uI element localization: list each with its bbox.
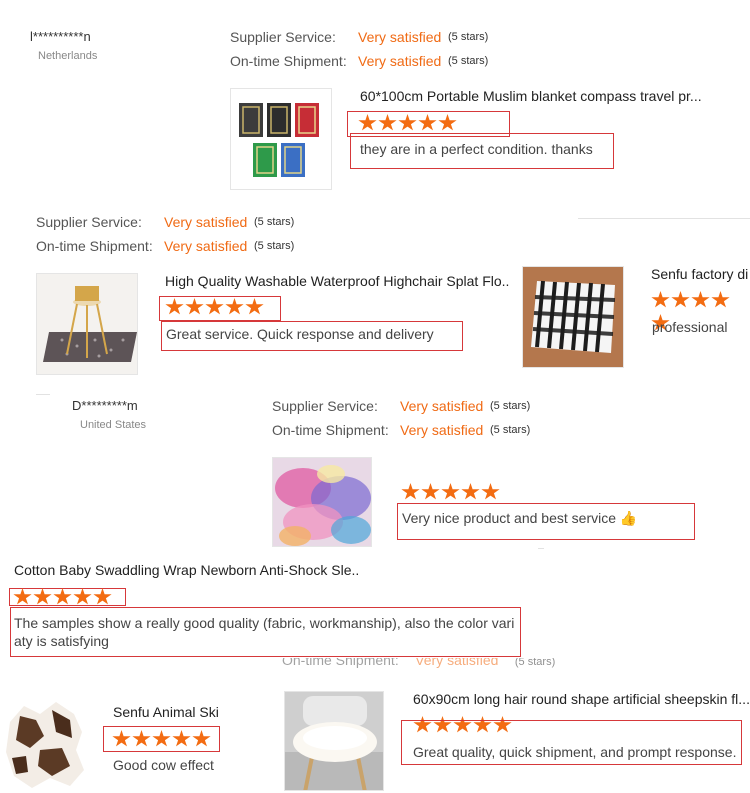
star-icon bbox=[691, 291, 710, 308]
reviewer-country: Netherlands bbox=[38, 50, 98, 62]
review-text-line-1: The samples show a really good quality (… bbox=[14, 615, 515, 631]
rating-stars bbox=[165, 298, 265, 321]
star-icon bbox=[398, 114, 417, 131]
star-icon bbox=[132, 730, 151, 747]
product-image[interactable] bbox=[230, 88, 332, 190]
review-text-line-2: aty is satisfying bbox=[14, 633, 109, 649]
star-icon bbox=[441, 483, 460, 500]
supplier-service-value: Very satisfied bbox=[358, 29, 442, 45]
star-icon bbox=[73, 588, 92, 605]
tie-dye-rug-icon bbox=[273, 458, 371, 546]
star-icon bbox=[112, 730, 131, 747]
supplier-service-stars: (5 stars) bbox=[254, 216, 295, 228]
product-title[interactable]: 60x90cm long hair round shape artificial… bbox=[413, 691, 750, 707]
star-icon bbox=[378, 114, 397, 131]
star-icon bbox=[192, 730, 211, 747]
striped-rug-icon bbox=[523, 267, 623, 367]
supplier-service-stars: (5 stars) bbox=[490, 400, 531, 412]
divider bbox=[36, 394, 50, 395]
star-icon bbox=[461, 483, 480, 500]
star-icon bbox=[671, 291, 690, 308]
sheepskin-chair-icon bbox=[285, 692, 383, 790]
star-icon bbox=[33, 588, 52, 605]
ontime-shipment-stars: (5 stars) bbox=[448, 55, 489, 67]
star-icon bbox=[358, 114, 377, 131]
reviewer-country: United States bbox=[80, 419, 147, 431]
review-text: Great service. Quick response and delive… bbox=[166, 326, 434, 342]
star-icon bbox=[421, 483, 440, 500]
product-image[interactable] bbox=[522, 266, 624, 368]
ontime-shipment-stars: (5 stars) bbox=[514, 658, 556, 668]
star-icon bbox=[651, 291, 670, 308]
star-icon bbox=[418, 114, 437, 131]
supplier-service-value: Very satisfied bbox=[164, 214, 248, 230]
supplier-service-stars: (5 stars) bbox=[448, 31, 489, 43]
product-image[interactable] bbox=[0, 692, 86, 792]
supplier-service-label: Supplier Service: bbox=[230, 29, 336, 45]
highchair-mat-icon bbox=[37, 274, 137, 374]
star-icon bbox=[53, 588, 72, 605]
product-title[interactable]: High Quality Washable Waterproof Highcha… bbox=[165, 273, 510, 289]
supplier-service-label: Supplier Service: bbox=[36, 214, 142, 230]
star-icon bbox=[401, 483, 420, 500]
reviewer-name: l**********n bbox=[30, 29, 91, 44]
star-icon bbox=[152, 730, 171, 747]
cowhide-rug-icon bbox=[6, 702, 84, 788]
product-image[interactable] bbox=[36, 273, 138, 375]
star-icon bbox=[93, 588, 112, 605]
product-image[interactable] bbox=[272, 457, 372, 547]
product-title[interactable]: Cotton Baby Swaddling Wrap Newborn Anti-… bbox=[14, 562, 359, 578]
review-text: professional bbox=[652, 319, 728, 335]
rating-stars bbox=[112, 730, 212, 753]
review-text: they are in a perfect condition. thanks bbox=[360, 141, 593, 157]
ontime-shipment-label: On-time Shipment: bbox=[230, 53, 347, 69]
review-text: Great quality, quick shipment, and promp… bbox=[413, 744, 737, 760]
star-icon bbox=[438, 114, 457, 131]
product-title[interactable]: 60*100cm Portable Muslim blanket compass… bbox=[360, 88, 720, 104]
ontime-shipment-label: On-time Shipment: bbox=[272, 422, 389, 438]
ontime-shipment-stars: (5 stars) bbox=[490, 424, 531, 436]
star-icon bbox=[481, 483, 500, 500]
product-image[interactable] bbox=[284, 691, 384, 791]
supplier-service-label: Supplier Service: bbox=[272, 398, 378, 414]
star-icon bbox=[205, 298, 224, 315]
ontime-shipment-label: On-time Shipment: bbox=[36, 238, 153, 254]
faded-shipment-row: On-time Shipment: Very satisfied (5 star… bbox=[282, 658, 555, 668]
ontime-shipment-value: Very satisfied bbox=[358, 53, 442, 69]
star-icon bbox=[165, 298, 184, 315]
review-text-content: Very nice product and best service bbox=[402, 510, 617, 526]
star-icon bbox=[245, 298, 264, 315]
review-text: Good cow effect bbox=[113, 757, 214, 773]
ontime-shipment-label: On-time Shipment: bbox=[282, 658, 399, 668]
product-title[interactable]: Senfu Animal Ski bbox=[113, 704, 219, 720]
divider bbox=[578, 218, 750, 219]
ontime-shipment-stars: (5 stars) bbox=[254, 240, 295, 252]
supplier-service-value: Very satisfied bbox=[400, 398, 484, 414]
product-title[interactable]: Senfu factory di bbox=[651, 266, 750, 282]
ontime-shipment-value: Very satisfied bbox=[400, 422, 484, 438]
reviewer-name: D*********m bbox=[72, 398, 138, 413]
prayer-mats-icon bbox=[239, 103, 319, 177]
ontime-shipment-value: Very satisfied bbox=[415, 658, 499, 668]
star-icon bbox=[225, 298, 244, 315]
star-icon bbox=[13, 588, 32, 605]
review-text: Very nice product and best service 👍 bbox=[402, 510, 637, 527]
ontime-shipment-value: Very satisfied bbox=[164, 238, 248, 254]
thumbs-up-icon: 👍 bbox=[619, 510, 638, 526]
divider bbox=[538, 548, 544, 549]
star-icon bbox=[711, 291, 730, 308]
star-icon bbox=[185, 298, 204, 315]
star-icon bbox=[172, 730, 191, 747]
